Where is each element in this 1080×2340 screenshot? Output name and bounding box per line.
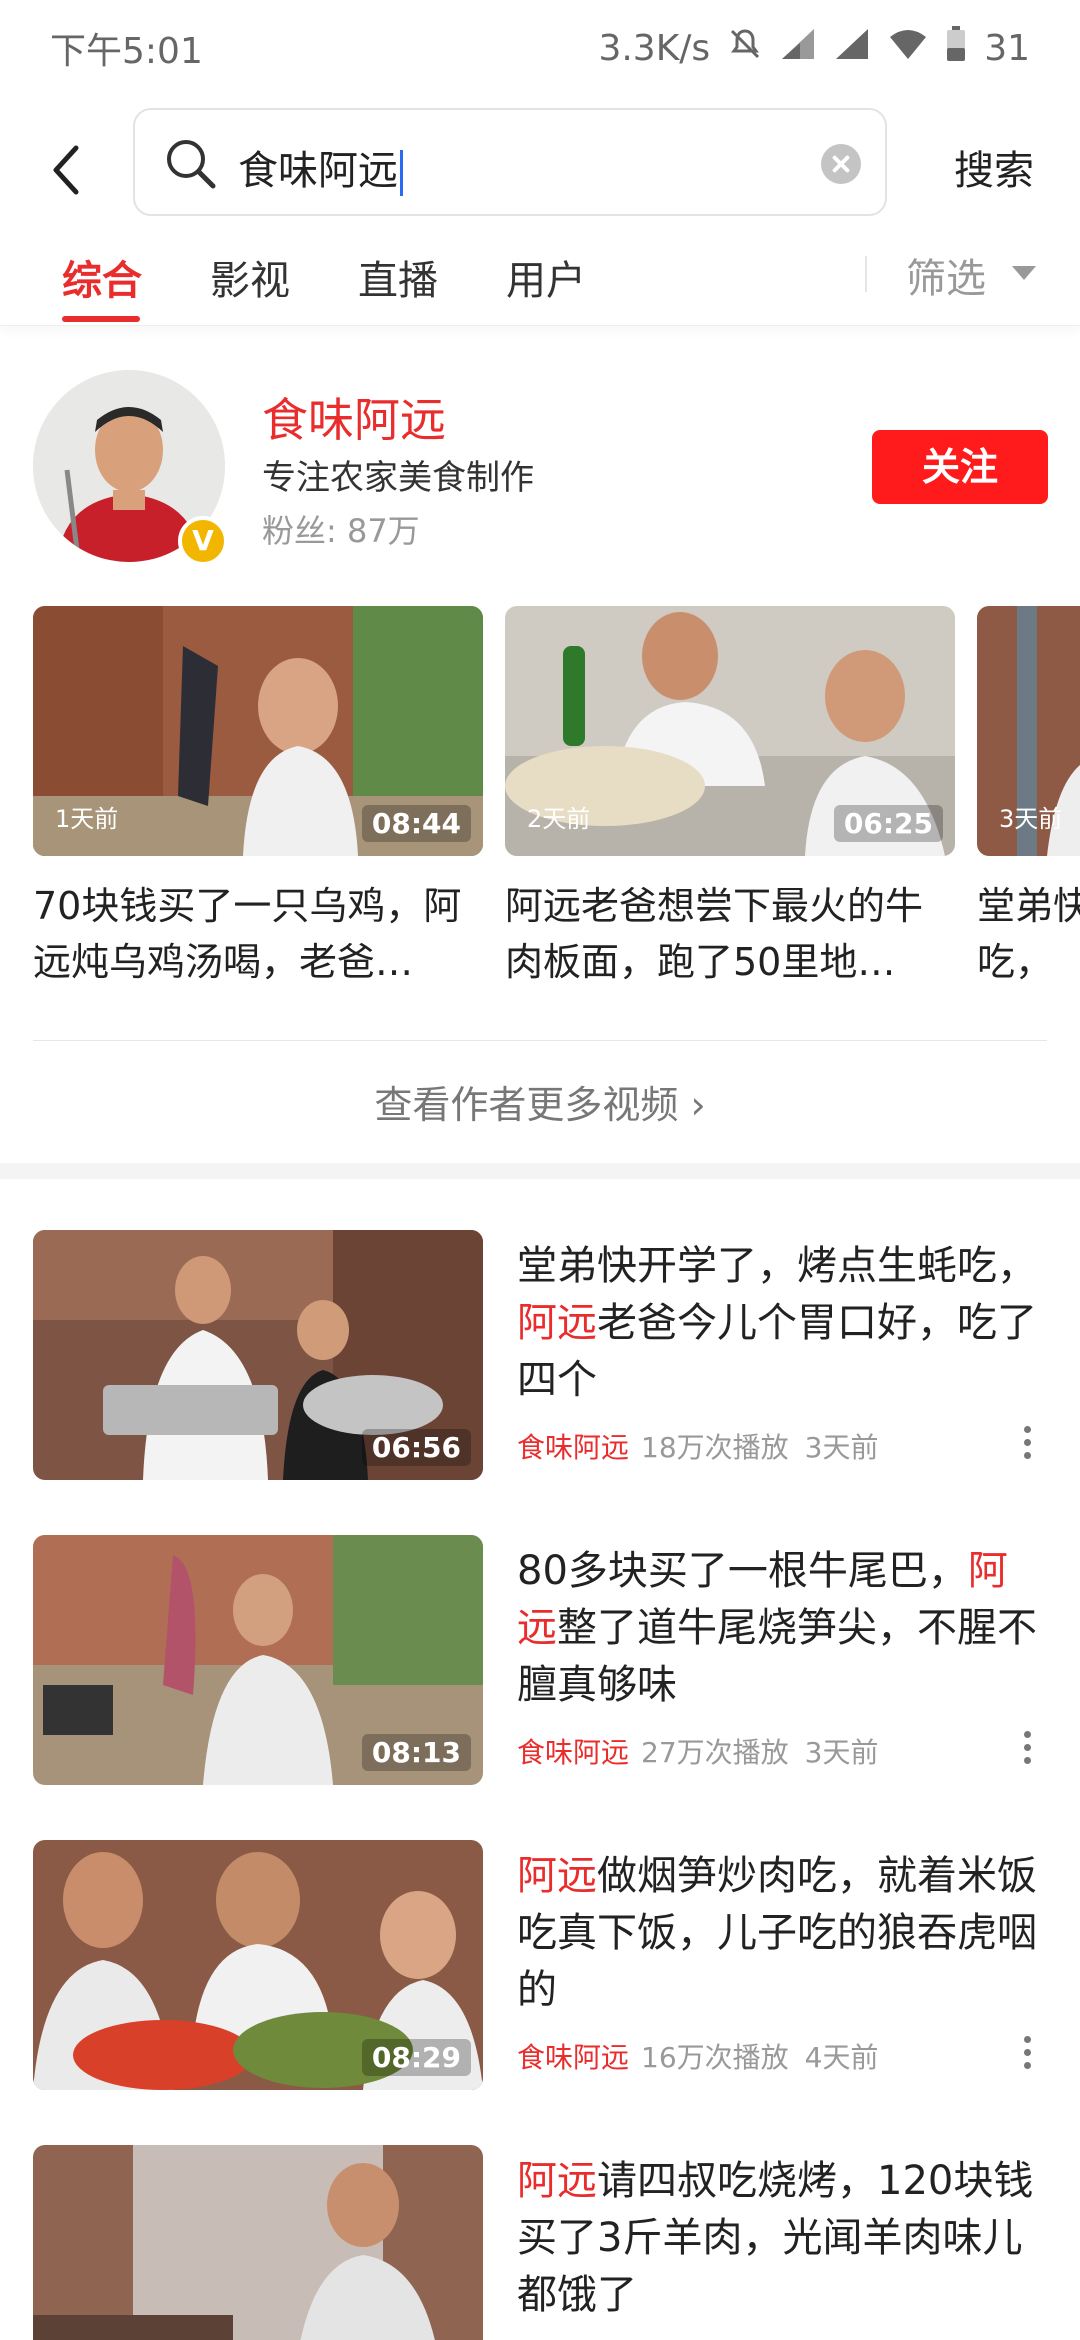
video-duration: 06:25	[833, 805, 943, 842]
author-video-card[interactable]: 1天前 08:44 70块钱买了一只乌鸡，阿远炖乌鸡汤喝，老爸…	[33, 606, 483, 990]
video-thumbnail[interactable]: 08:13	[33, 1535, 483, 1785]
video-duration: 08:29	[361, 2039, 471, 2076]
play-count: 16万次播放	[641, 2041, 789, 2074]
video-age: 4天前	[804, 2041, 879, 2074]
filter-tabs: 综合 影视 直播 用户 筛选	[0, 230, 1080, 326]
clear-icon[interactable]	[821, 144, 861, 184]
video-duration: 08:13	[361, 1734, 471, 1771]
section-separator	[0, 1163, 1080, 1179]
video-title[interactable]: 堂弟快开学了，烤点生蚝吃，阿远老爸今儿个胃口好，吃了四个	[517, 1238, 1047, 1409]
play-count: 18万次播放	[641, 1431, 789, 1464]
battery-icon	[946, 25, 966, 71]
video-thumbnail[interactable]	[33, 2145, 483, 2340]
signal-icon	[780, 27, 816, 70]
filter-button[interactable]: 筛选	[906, 246, 986, 304]
divider	[33, 1040, 1047, 1041]
video-thumbnail[interactable]: 06:56	[33, 1230, 483, 1480]
list-item[interactable]: 08:13 80多块买了一根牛尾巴，阿远整了道牛尾烧笋尖，不腥不膻真够味 食味阿…	[0, 1535, 1080, 1815]
list-item[interactable]: 阿远请四叔吃烧烤，120块钱买了3斤羊肉，光闻羊肉味儿都饿了	[0, 2145, 1080, 2340]
text-cursor	[400, 150, 403, 196]
title-highlight: 阿远	[517, 2158, 597, 2204]
signal-icon	[834, 27, 870, 70]
video-thumbnail[interactable]: 3天前	[977, 606, 1080, 856]
video-title[interactable]: 80多块买了一根牛尾巴，阿远整了道牛尾烧笋尖，不腥不膻真够味	[517, 1543, 1047, 1714]
video-age: 3天前	[804, 1736, 879, 1769]
search-button[interactable]: 搜索	[954, 138, 1034, 196]
tab-users[interactable]: 用户	[506, 248, 586, 306]
title-text: 80多块买了一根牛尾巴，	[517, 1548, 968, 1594]
follow-button[interactable]: 关注	[872, 430, 1048, 504]
tab-film[interactable]: 影视	[210, 248, 290, 306]
video-age: 1天前	[55, 805, 119, 833]
video-author[interactable]: 食味阿远	[517, 2041, 629, 2074]
video-author[interactable]: 食味阿远	[517, 1736, 629, 1769]
video-thumbnail[interactable]: 2天前 06:25	[505, 606, 955, 856]
back-arrow-icon[interactable]	[40, 130, 100, 200]
tab-comprehensive[interactable]: 综合	[62, 248, 142, 306]
status-time: 下午5:01	[50, 31, 203, 72]
author-fans: 粉丝: 87万	[262, 512, 420, 550]
video-meta: 食味阿远 27万次播放 3天前	[517, 1731, 878, 1771]
video-age: 3天前	[804, 1431, 879, 1464]
more-author-videos-link[interactable]: 查看作者更多视频 ›	[0, 1074, 1080, 1129]
video-title[interactable]: 70块钱买了一只乌鸡，阿远炖乌鸡汤喝，老爸…	[33, 878, 483, 990]
video-title[interactable]: 堂弟快开学了，烤点生蚝吃，	[977, 878, 1080, 990]
video-thumbnail[interactable]: 1天前 08:44	[33, 606, 483, 856]
title-highlight: 阿远	[517, 1300, 597, 1346]
title-text: 整了道牛尾烧笋尖，不腥不膻真够味	[517, 1605, 1037, 1708]
video-age: 2天前	[527, 805, 591, 833]
active-tab-indicator	[62, 316, 140, 322]
author-description: 专注农家美食制作	[262, 458, 534, 498]
more-vertical-icon[interactable]	[1020, 1731, 1034, 1771]
video-meta: 食味阿远 18万次播放 3天前	[517, 1426, 878, 1466]
author-video-carousel[interactable]: 1天前 08:44 70块钱买了一只乌鸡，阿远炖乌鸡汤喝，老爸… 2天前 06:	[0, 606, 1080, 1006]
video-thumbnail[interactable]: 08:29	[33, 1840, 483, 2090]
play-count: 27万次播放	[641, 1736, 789, 1769]
wifi-icon	[888, 27, 928, 70]
battery-level: 31	[984, 27, 1030, 69]
status-bar: 下午5:01 3.3K/s 31	[0, 0, 1080, 96]
filter-dropdown-icon[interactable]	[1012, 266, 1036, 280]
verified-badge: V	[178, 516, 228, 566]
video-title[interactable]: 阿远做烟笋炒肉吃，就着米饭吃真下饭，儿子吃的狼吞虎咽的	[517, 1848, 1047, 2019]
tab-live[interactable]: 直播	[358, 248, 438, 306]
video-title[interactable]: 阿远请四叔吃烧烤，120块钱买了3斤羊肉，光闻羊肉味儿都饿了	[517, 2153, 1047, 2324]
video-duration: 08:44	[361, 805, 471, 842]
video-age: 3天前	[999, 805, 1063, 833]
video-meta: 食味阿远 16万次播放 4天前	[517, 2036, 878, 2076]
net-speed: 3.3K/s	[598, 27, 711, 69]
search-header: 食味阿远 搜索	[0, 100, 1080, 230]
author-card: V 食味阿远 专注农家美食制作 粉丝: 87万 关注 1天前 08:44 70块…	[0, 340, 1080, 1180]
video-duration: 06:56	[361, 1429, 471, 1466]
more-vertical-icon[interactable]	[1020, 2036, 1034, 2076]
author-video-card[interactable]: 2天前 06:25 阿远老爸想尝下最火的牛肉板面，跑了50里地…	[505, 606, 955, 990]
mute-icon	[728, 27, 762, 70]
video-title[interactable]: 阿远老爸想尝下最火的牛肉板面，跑了50里地…	[505, 878, 955, 990]
more-vertical-icon[interactable]	[1020, 1426, 1034, 1466]
search-query: 食味阿远	[238, 148, 398, 194]
title-highlight: 阿远	[517, 1853, 597, 1899]
video-author[interactable]: 食味阿远	[517, 1431, 629, 1464]
list-item[interactable]: 06:56 堂弟快开学了，烤点生蚝吃，阿远老爸今儿个胃口好，吃了四个 食味阿远 1…	[0, 1230, 1080, 1510]
author-name[interactable]: 食味阿远	[262, 384, 446, 450]
divider	[865, 256, 867, 292]
title-text: 堂弟快开学了，烤点生蚝吃，	[517, 1243, 1037, 1289]
list-item[interactable]: 08:29 阿远做烟笋炒肉吃，就着米饭吃真下饭，儿子吃的狼吞虎咽的 食味阿远 16…	[0, 1840, 1080, 2120]
search-icon	[163, 136, 219, 196]
author-video-card[interactable]: 3天前 堂弟快开学了，烤点生蚝吃，	[977, 606, 1080, 990]
search-input[interactable]: 食味阿远	[133, 108, 887, 216]
